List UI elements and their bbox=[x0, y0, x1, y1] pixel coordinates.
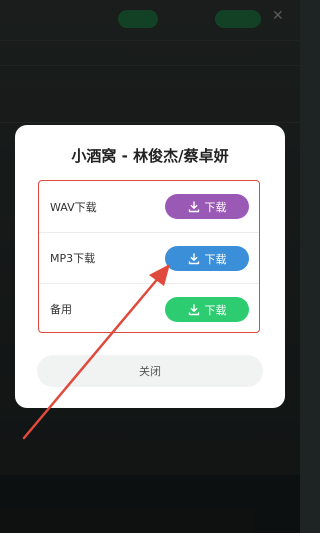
download-option-row: WAV下载 下载 bbox=[39, 181, 259, 232]
download-mp3-button[interactable]: 下载 bbox=[165, 246, 249, 271]
download-icon bbox=[188, 252, 199, 264]
download-backup-button[interactable]: 下载 bbox=[165, 297, 249, 322]
download-options-list: WAV下载 下载 MP3下载 下载 备用 下载 bbox=[38, 180, 260, 333]
download-icon bbox=[188, 200, 199, 212]
option-label-mp3: MP3下载 bbox=[50, 252, 96, 265]
download-icon bbox=[188, 303, 199, 315]
download-option-row: 备用 下载 bbox=[39, 283, 259, 334]
option-label-wav: WAV下载 bbox=[50, 200, 97, 214]
download-dialog: 小酒窝 - 林俊杰/蔡卓妍 WAV下载 下载 MP3下载 下载 备用 下载 关闭 bbox=[15, 125, 285, 408]
option-label-backup: 备用 bbox=[50, 303, 72, 316]
download-mp3-button-label: 下载 bbox=[204, 252, 227, 266]
download-backup-button-label: 下载 bbox=[204, 303, 227, 317]
download-wav-button-label: 下载 bbox=[204, 200, 227, 214]
download-option-row: MP3下载 下载 bbox=[39, 232, 259, 283]
download-wav-button[interactable]: 下载 bbox=[165, 194, 249, 219]
dialog-title: 小酒窝 - 林俊杰/蔡卓妍 bbox=[71, 147, 229, 165]
close-button[interactable]: 关闭 bbox=[37, 355, 263, 387]
